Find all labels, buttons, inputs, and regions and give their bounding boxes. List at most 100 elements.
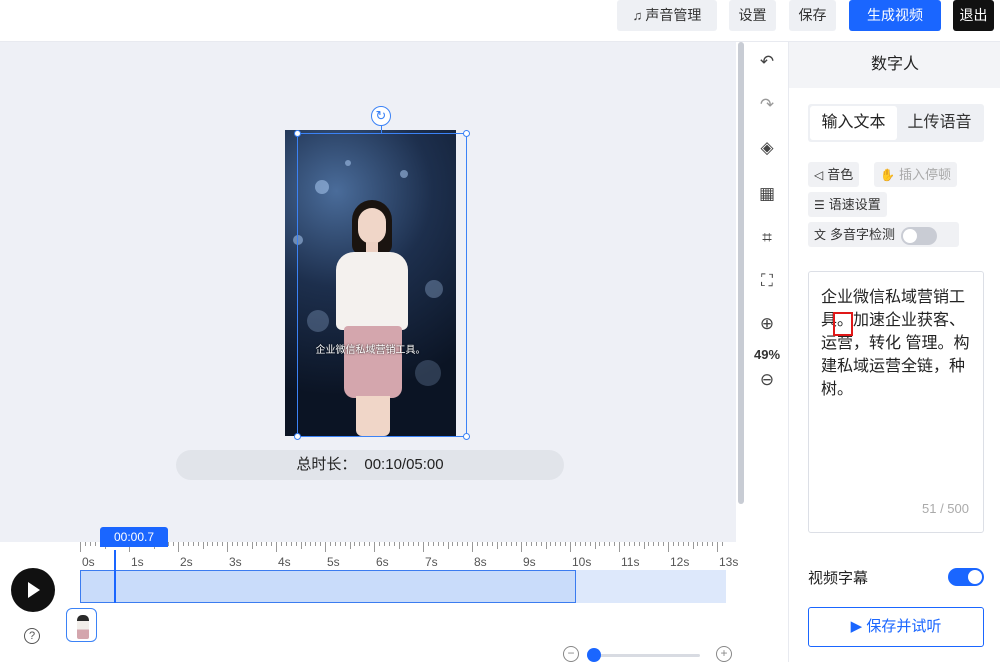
ruler-tick bbox=[712, 542, 714, 546]
polyphone-check[interactable]: 文多音字检测 bbox=[808, 222, 959, 247]
ruler-tick bbox=[707, 542, 709, 546]
ruler-label: 4s bbox=[278, 555, 291, 569]
ruler-tick bbox=[261, 542, 263, 546]
rotate-connector bbox=[381, 126, 382, 133]
music-note-icon: ♫ bbox=[632, 8, 643, 23]
timeline-zoom-out-icon[interactable]: − bbox=[563, 646, 579, 662]
ruler-tick bbox=[462, 542, 464, 546]
ruler-tick bbox=[668, 542, 669, 552]
ruler-tick bbox=[403, 542, 405, 546]
ruler-tick bbox=[202, 542, 204, 549]
undo-icon[interactable]: ↶ bbox=[746, 52, 788, 72]
ruler-label: 3s bbox=[229, 555, 242, 569]
ruler-tick bbox=[192, 542, 194, 546]
generate-video-button[interactable]: 生成视频 bbox=[849, 0, 941, 31]
ruler-tick bbox=[418, 542, 420, 546]
exit-button[interactable]: 退出 bbox=[953, 0, 994, 31]
ruler-tick bbox=[378, 542, 380, 546]
layers-icon[interactable]: ◈ bbox=[746, 138, 788, 158]
total-duration-bar: 总时长： 00:10/05:00 bbox=[176, 450, 564, 480]
ruler-tick bbox=[525, 542, 527, 546]
ruler-tick bbox=[721, 542, 723, 546]
voice-manage-button[interactable]: ♫ 声音管理 bbox=[617, 0, 717, 31]
ruler-label: 11s bbox=[621, 555, 640, 569]
timeline-zoom-in-icon[interactable]: + bbox=[716, 646, 732, 662]
crop-icon[interactable]: ⌗ bbox=[746, 228, 788, 248]
ruler-tick bbox=[604, 542, 606, 546]
ruler-tick bbox=[325, 542, 326, 552]
time-ruler[interactable]: 0s 1s 2s 3s 4s 5s 6s 7s 8s 9s 10s 11s 12s 13s bbox=[78, 542, 738, 570]
save-and-preview-label: 保存并试听 bbox=[866, 618, 942, 635]
playhead[interactable]: 00:00.7 bbox=[100, 527, 168, 603]
ruler-tick bbox=[599, 542, 601, 546]
ruler-tick bbox=[334, 542, 336, 546]
play-button[interactable] bbox=[11, 568, 55, 612]
grid-icon[interactable]: ▦ bbox=[746, 184, 788, 204]
redo-icon[interactable]: ↷ bbox=[746, 95, 788, 115]
save-and-preview-button[interactable]: ▶ 保存并试听 bbox=[808, 607, 984, 647]
ruler-tick bbox=[320, 542, 322, 546]
selection-box[interactable] bbox=[297, 133, 467, 437]
resize-handle-br[interactable] bbox=[463, 433, 470, 440]
ruler-tick bbox=[481, 542, 483, 546]
ruler-tick bbox=[476, 542, 478, 546]
ruler-tick bbox=[231, 542, 233, 546]
avatar-clip-thumbnail[interactable] bbox=[66, 608, 97, 642]
voice-manage-label: 声音管理 bbox=[645, 7, 702, 23]
zoom-out-icon[interactable]: ⊖ bbox=[746, 370, 788, 390]
insert-pause-button[interactable]: ✋ 插入停顿 bbox=[874, 162, 957, 187]
ruler-tick bbox=[276, 542, 277, 552]
scrollbar-thumb[interactable] bbox=[738, 42, 744, 504]
ruler-tick bbox=[427, 542, 429, 546]
ruler-tick bbox=[187, 542, 189, 546]
ruler-tick bbox=[94, 542, 96, 546]
hand-icon: ✋ bbox=[880, 168, 895, 182]
polyphone-toggle[interactable] bbox=[901, 226, 938, 245]
ruler-tick bbox=[89, 542, 91, 546]
video-subtitle-toggle[interactable] bbox=[948, 568, 984, 586]
ruler-tick bbox=[545, 542, 547, 549]
resize-handle-tr[interactable] bbox=[463, 130, 470, 137]
ruler-tick bbox=[217, 542, 219, 546]
save-button[interactable]: 保存 bbox=[789, 0, 836, 31]
script-text: 企业微信私域营销工具。加速企业获客、运营，转化 管理。构建私域运营全链，种树。 bbox=[821, 289, 970, 398]
video-subtitle-label: 视频字幕 bbox=[808, 570, 869, 587]
canvas-scrollbar[interactable] bbox=[737, 42, 745, 542]
ruler-tick bbox=[271, 542, 273, 546]
speed-settings-button[interactable]: ☰ 语速设置 bbox=[808, 192, 887, 217]
video-clip-track[interactable] bbox=[80, 570, 576, 603]
ruler-tick bbox=[550, 542, 552, 546]
timeline-zoom-knob[interactable] bbox=[587, 648, 601, 662]
settings-button[interactable]: 设置 bbox=[729, 0, 776, 31]
timeline-zoom-slider[interactable] bbox=[592, 654, 700, 657]
sliders-icon: ☰ bbox=[814, 198, 825, 212]
zoom-level: 49% bbox=[753, 347, 781, 362]
resize-handle-bl[interactable] bbox=[294, 433, 301, 440]
ruler-tick bbox=[256, 542, 258, 546]
ruler-tick bbox=[383, 542, 385, 546]
tab-input-text[interactable]: 输入文本 bbox=[810, 106, 897, 140]
ruler-tick bbox=[643, 542, 645, 549]
duration-label: 总时长： bbox=[296, 456, 357, 473]
current-time-badge: 00:00.7 bbox=[100, 527, 168, 547]
ruler-tick bbox=[491, 542, 493, 546]
script-textarea[interactable]: 企业微信私域营销工具。加速企业获客、运营，转化 管理。构建私域运营全链，种树。 … bbox=[808, 271, 984, 533]
ruler-label: 2s bbox=[180, 555, 193, 569]
ruler-tick bbox=[467, 542, 469, 546]
ruler-label: 8s bbox=[474, 555, 487, 569]
fullscreen-icon[interactable]: ⛶ bbox=[746, 271, 788, 291]
zoom-in-icon[interactable]: ⊕ bbox=[746, 314, 788, 334]
help-icon[interactable]: ? bbox=[24, 628, 40, 644]
ruler-tick bbox=[212, 542, 214, 546]
ruler-tick bbox=[398, 542, 400, 549]
resize-handle-tl[interactable] bbox=[294, 130, 301, 137]
tab-upload-voice[interactable]: 上传语音 bbox=[897, 106, 982, 140]
ruler-tick bbox=[472, 542, 473, 552]
ruler-label: 12s bbox=[670, 555, 690, 569]
timbre-button[interactable]: ◁ 音色 bbox=[808, 162, 860, 187]
insert-pause-label: 插入停顿 bbox=[898, 167, 951, 182]
rotate-handle-icon[interactable]: ↻ bbox=[371, 106, 391, 126]
cursor-highlight bbox=[833, 312, 853, 336]
ruler-tick bbox=[315, 542, 317, 546]
ruler-tick bbox=[251, 542, 253, 549]
